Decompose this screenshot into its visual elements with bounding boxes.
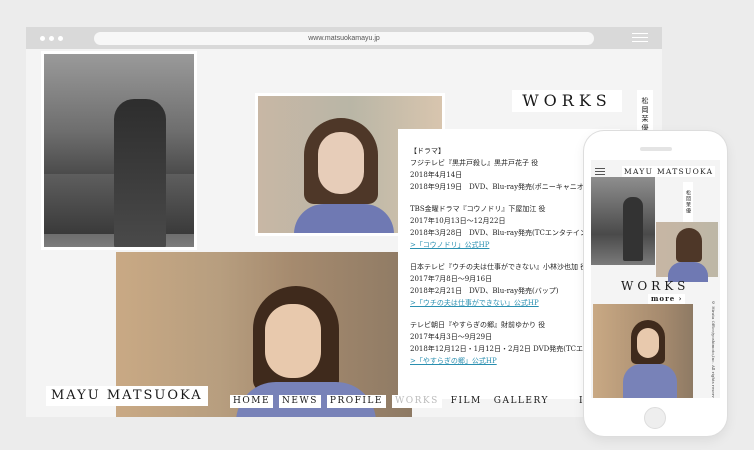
- mobile-site-logo[interactable]: MAYU MATSUOKA: [622, 166, 716, 177]
- browser-menu-icon[interactable]: [632, 33, 648, 43]
- mobile-portrait-photo-bw: [591, 177, 655, 265]
- nav-profile[interactable]: PROFILE: [326, 395, 386, 408]
- nav-gallery[interactable]: GALLERY: [491, 395, 552, 408]
- phone-speaker: [640, 147, 672, 151]
- phone-home-button[interactable]: [644, 407, 666, 429]
- site-logo[interactable]: MAYU MATSUOKA: [46, 386, 208, 406]
- more-button[interactable]: more ›: [648, 294, 686, 304]
- window-dot-icon: [49, 36, 54, 41]
- mobile-hero-photo: [593, 304, 693, 398]
- page-title: WORKS: [512, 90, 622, 112]
- window-dot-icon: [40, 36, 45, 41]
- mobile-portrait-photo-color: [656, 222, 718, 282]
- portrait-photo-bw: [41, 51, 197, 250]
- mobile-section-title: WORKS: [621, 279, 690, 293]
- menu-icon[interactable]: [595, 168, 605, 176]
- desktop-browser-mockup: www.matsuokamayu.jp WORKS 松岡茉優 【ドラマ】 フジテレ…: [26, 27, 662, 417]
- window-dot-icon: [58, 36, 63, 41]
- phone-mockup: MAYU MATSUOKA 松岡茉優 WORKS more › © Hirata…: [584, 131, 727, 436]
- browser-toolbar: www.matsuokamayu.jp: [26, 27, 662, 49]
- nav-home[interactable]: HOME: [230, 395, 274, 408]
- address-bar[interactable]: www.matsuokamayu.jp: [94, 32, 594, 45]
- nav-overflow-item[interactable]: I: [579, 395, 583, 408]
- mobile-vertical-name-label: 松岡茉優: [683, 182, 693, 222]
- main-nav: HOME NEWS PROFILE WORKS FILM GALLERY: [230, 395, 552, 408]
- phone-screen: MAYU MATSUOKA 松岡茉優 WORKS more › © Hirata…: [591, 160, 720, 398]
- copyright-text: © Hirata Oﬃce/yoshimoto,Inc. All rights …: [711, 300, 716, 398]
- nav-news[interactable]: NEWS: [279, 395, 321, 408]
- page-viewport: WORKS 松岡茉優 【ドラマ】 フジテレビ『黒井戸殺し』黒井戸花子 役 2018年…: [26, 49, 662, 417]
- nav-film[interactable]: FILM: [448, 395, 485, 408]
- nav-works[interactable]: WORKS: [391, 395, 442, 408]
